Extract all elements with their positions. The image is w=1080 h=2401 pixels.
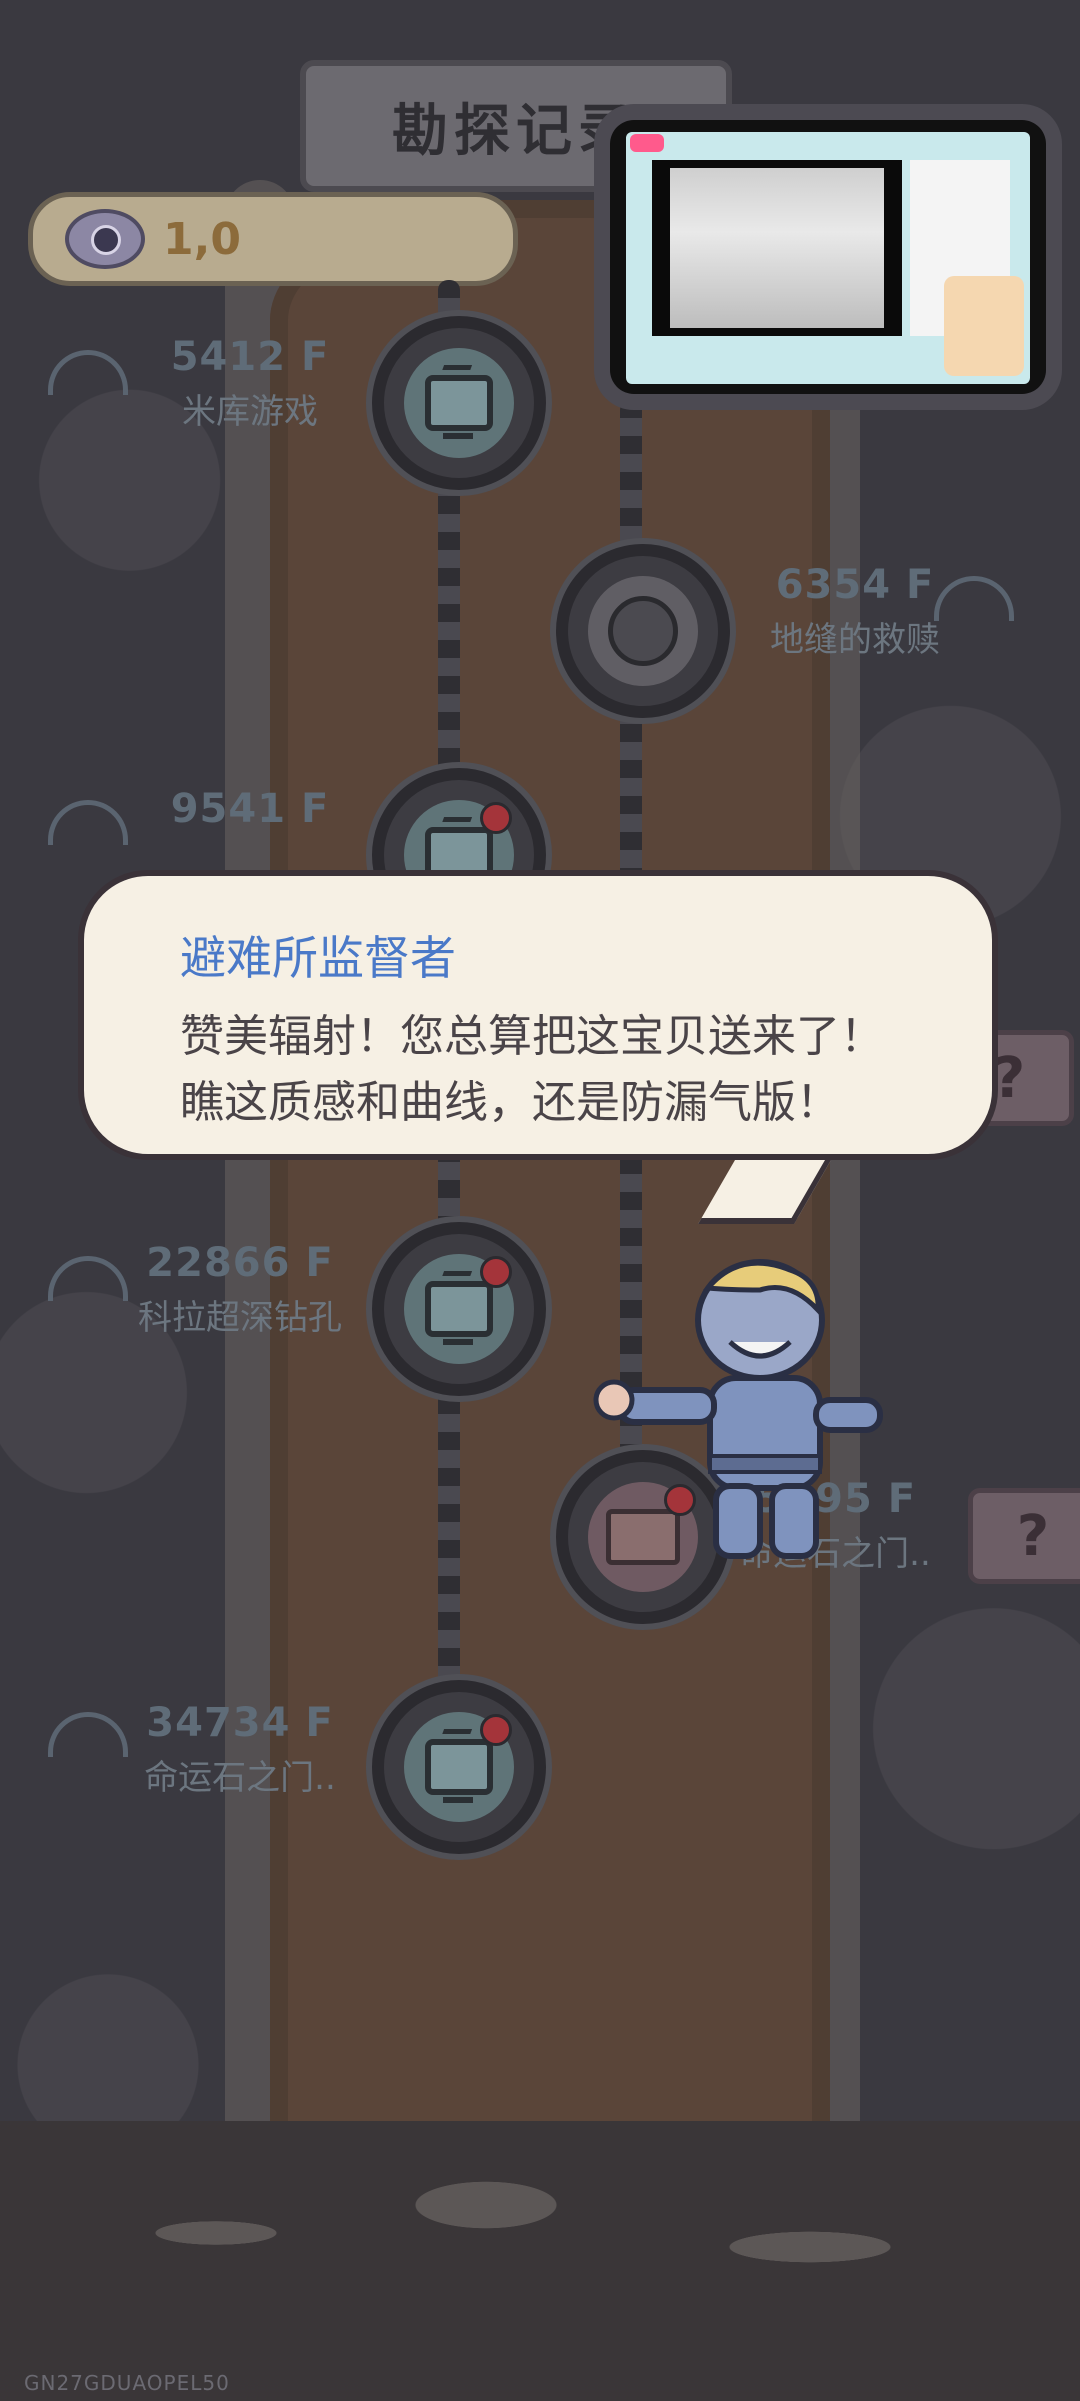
pip-video-player <box>652 160 902 336</box>
alert-dot <box>480 1256 512 1288</box>
record-node-1[interactable] <box>372 316 546 490</box>
tv-icon <box>425 1739 493 1803</box>
record-depth: 9541 F <box>170 786 330 832</box>
record-depth: 34734 F <box>146 1700 334 1746</box>
mine-shaft <box>270 200 830 2260</box>
eye-icon <box>65 209 145 269</box>
rubble-floor <box>0 2121 1080 2401</box>
record-name: 米库游戏 <box>182 392 318 432</box>
tv-icon <box>425 375 493 439</box>
pip-video-scene <box>670 168 884 328</box>
speaker-name: 避难所监督者 <box>180 931 456 985</box>
record-depth: 5412 F <box>170 334 330 380</box>
record-label-2: 6354 F 地缝的救赎 <box>740 562 970 661</box>
record-name: 命运石之门.. <box>144 1758 336 1798</box>
dialog-bubble[interactable]: 避难所监督者 赞美辐射！您总算把这宝贝送来了！ 瞧这质感和曲线，还是防漏气版！ <box>78 870 998 1160</box>
pip-avatar-image <box>944 276 1024 376</box>
record-label-6: 34734 F 命运石之门.. <box>120 1700 360 1799</box>
eye-counter-bar: 1,0 <box>28 192 518 286</box>
dialog-line-1: 赞美辐射！您总算把这宝贝送来了！ <box>180 1011 884 1062</box>
watermark-text: GN27GDUAOPEL50 <box>24 2371 230 2395</box>
record-name: 地缝的救赎 <box>770 620 940 660</box>
face-icon <box>608 596 678 666</box>
record-label-3: 9541 F <box>150 786 350 836</box>
vault-boy-character <box>593 1259 883 1559</box>
live-badge <box>630 134 664 152</box>
record-label-1: 5412 F 米库游戏 <box>150 334 350 433</box>
record-node-2[interactable] <box>556 544 730 718</box>
pip-video[interactable] <box>610 120 1046 394</box>
tv-icon <box>425 1281 493 1345</box>
record-name: 科拉超深钻孔 <box>138 1298 342 1338</box>
alert-dot <box>480 1714 512 1746</box>
dialog-line-2: 瞧这质感和曲线，还是防漏气版！ <box>180 1077 840 1128</box>
record-node-6[interactable] <box>372 1680 546 1854</box>
pip-video-overlay[interactable] <box>594 104 1062 410</box>
record-depth: 6354 F <box>775 562 935 608</box>
alert-dot <box>480 802 512 834</box>
record-node-4[interactable] <box>372 1222 546 1396</box>
record-label-4: 22866 F 科拉超深钻孔 <box>120 1240 360 1339</box>
eye-count: 1,0 <box>163 213 241 265</box>
record-depth: 22866 F <box>146 1240 334 1286</box>
hidden-record-button-2[interactable]: ? <box>968 1488 1080 1584</box>
